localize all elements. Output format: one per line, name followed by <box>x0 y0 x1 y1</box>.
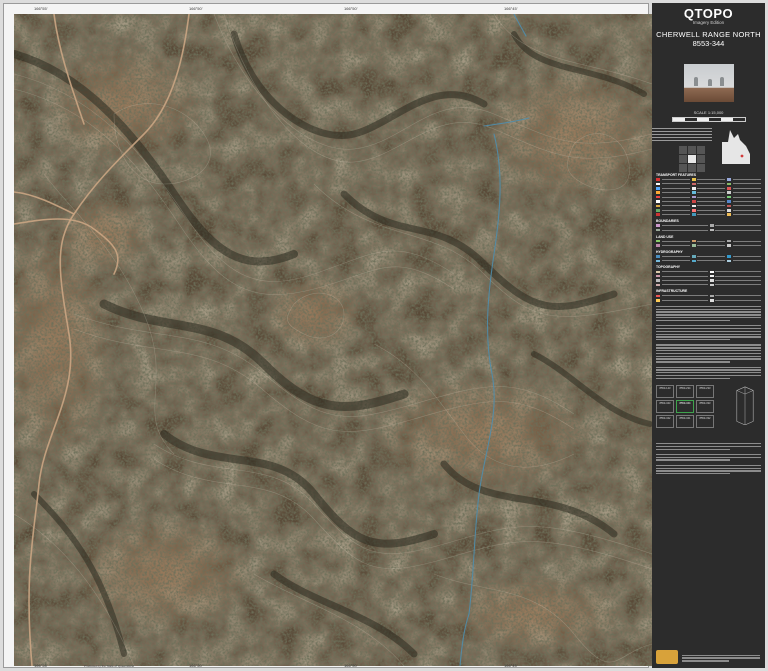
folded-map-icon <box>736 386 754 425</box>
index-cell[interactable]: 8553-143 <box>656 384 674 398</box>
grid-label-top: 166°45' <box>504 6 518 11</box>
legend-symbols <box>656 239 761 247</box>
grid-label-top: 166°55' <box>34 6 48 11</box>
map-credit: Produced by the State of Queensland <box>84 664 135 668</box>
queensland-government-logo <box>656 650 678 664</box>
legend-symbols <box>656 294 761 302</box>
index-cell[interactable]: 8553-333 <box>696 399 714 413</box>
legend-heading: INFRASTRUCTURE <box>656 289 688 294</box>
copyright-text <box>656 442 761 475</box>
legend-symbols <box>656 178 761 216</box>
brand-subtitle: Imagery Edition <box>692 20 725 25</box>
legend-heading: HYDROGRAPHY <box>656 249 683 254</box>
index-cell[interactable]: 8553-233 <box>696 384 714 398</box>
legend-panel: QTOPO Imagery Edition CHERWELL RANGE NOR… <box>652 3 765 668</box>
scale-label: SCALE 1:15,000 <box>693 110 724 115</box>
publisher-text <box>682 654 760 663</box>
map-frame: 166°55' 166°50' 166°50' 166°45' 166°55' … <box>3 3 652 668</box>
index-cell[interactable]: 8553-234 <box>676 384 694 398</box>
grid-label-bottom: 166°45' <box>504 663 518 668</box>
locality-diagram <box>652 126 765 172</box>
queensland-locator-icon <box>722 130 750 164</box>
disclaimer-text <box>656 305 761 379</box>
grid-label-top: 166°50' <box>189 6 203 11</box>
index-cell[interactable]: 8553-341 <box>676 414 694 428</box>
adjoining-sheets-icon <box>679 146 705 172</box>
brand-title: QTOPO <box>683 6 734 21</box>
landscape-photo <box>683 64 734 102</box>
legend-symbols <box>656 255 761 263</box>
map-sheet-name: CHERWELL RANGE NORTH <box>656 30 761 39</box>
index-cell-current[interactable]: 8553-344 <box>676 399 694 413</box>
legend-symbols <box>656 270 761 287</box>
map-sheet-number: 8553-344 <box>692 39 725 48</box>
legend-heading: LAND USE <box>656 234 674 239</box>
satellite-imagery[interactable] <box>14 14 652 666</box>
index-cell[interactable]: 8553-343 <box>656 399 674 413</box>
legend-symbols <box>656 224 761 232</box>
index-cell[interactable]: 8553-332 <box>696 414 714 428</box>
grid-label-bottom: 166°50' <box>189 663 203 668</box>
legend-heading: TRANSPORT FEATURES <box>656 173 697 177</box>
scale-bar <box>671 117 746 122</box>
legend-heading: TOPOGRAPHY <box>656 265 681 270</box>
legend: TRANSPORT FEATURES BOUNDARIES LAND USE H… <box>656 173 761 302</box>
grid-label-bottom: 166°50' <box>344 663 358 668</box>
adjoining-sheets-index: 8553-143 8553-234 8553-233 8553-343 8553… <box>652 384 765 435</box>
grid-label-top: 166°50' <box>344 6 358 11</box>
legend-heading: BOUNDARIES <box>656 219 679 224</box>
projection-notes <box>652 128 712 143</box>
grid-label-bottom: 166°55' <box>34 663 48 668</box>
index-cell[interactable]: 8553-342 <box>656 414 674 428</box>
